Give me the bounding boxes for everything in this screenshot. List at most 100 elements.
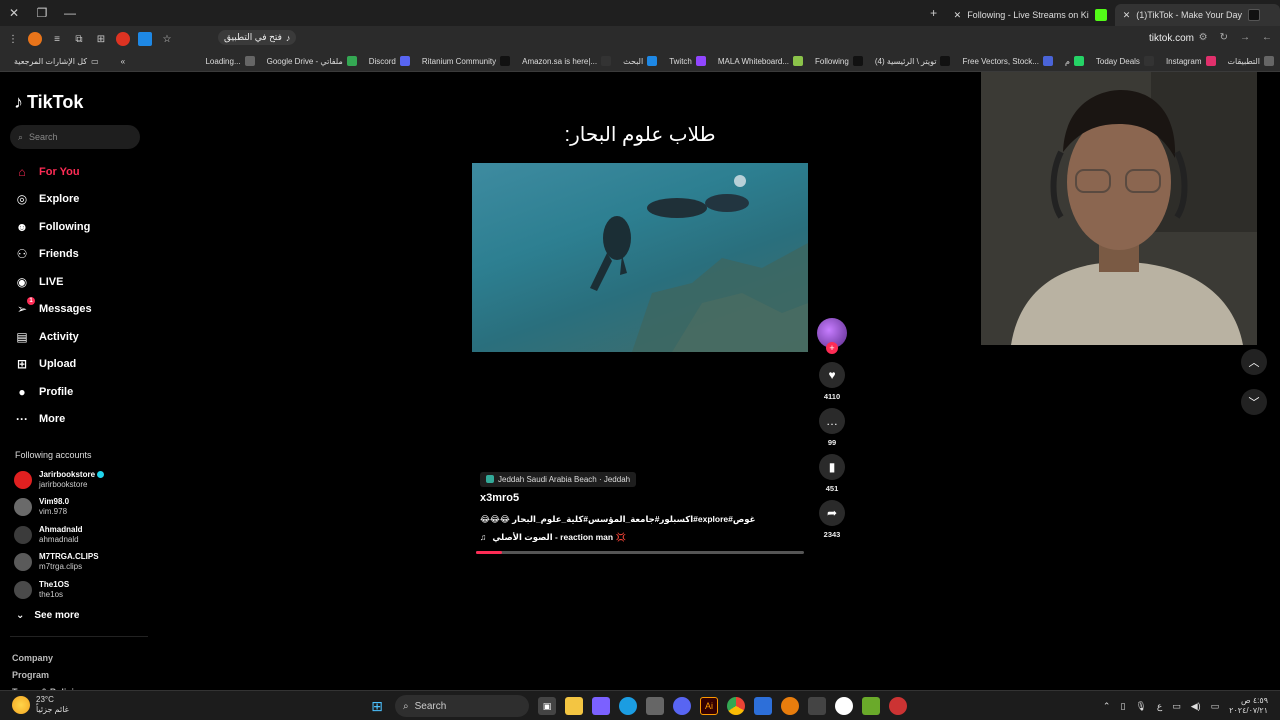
tab-kick-following[interactable]: ✕ Following - Live Streams on Ki (946, 4, 1115, 26)
following-account-item[interactable]: Vim98.0 vim.978 (14, 494, 104, 522)
bookmark-item[interactable]: البحث (617, 56, 663, 66)
bookmark-item[interactable]: Today Deals (1090, 56, 1160, 66)
extension-icon[interactable] (138, 32, 152, 46)
volume-icon[interactable]: ◀) (1191, 701, 1201, 712)
battery-icon[interactable]: ▭ (1211, 701, 1220, 712)
mail-icon[interactable] (754, 697, 772, 715)
bookmark-item[interactable]: MALA Whiteboard... (712, 56, 809, 66)
video-player[interactable] (472, 163, 808, 352)
edge-icon[interactable] (619, 697, 637, 715)
restore-window-icon[interactable]: ❐ (28, 6, 56, 20)
network-icon[interactable]: ▭ (1172, 701, 1181, 712)
share-icon[interactable]: ➦ (819, 500, 845, 526)
following-account-item[interactable]: The1OS the1os (14, 576, 104, 604)
sidebar-item-following[interactable]: ☻ Following (14, 213, 92, 241)
next-video-button[interactable]: ﹀ (1241, 389, 1267, 415)
location-tag[interactable]: Jeddah Saudi Arabia Beach · Jeddah (480, 471, 637, 487)
see-more-button[interactable]: ⌄ See more (16, 610, 79, 621)
sidebar-item-more[interactable]: ··· More (14, 406, 92, 434)
sidebar-item-explore[interactable]: ◎ Explore (14, 186, 92, 214)
language-indicator[interactable]: ع (1157, 701, 1162, 712)
copilot-icon[interactable] (592, 697, 610, 715)
bookmark-item[interactable]: Loading... (199, 56, 260, 66)
usb-icon[interactable]: ▯ (1120, 701, 1125, 712)
blender-icon[interactable] (781, 697, 799, 715)
footer-link-company[interactable]: Company (12, 650, 84, 667)
address-bar[interactable]: tiktok.com (1149, 33, 1194, 44)
close-tab-icon[interactable]: ✕ (954, 10, 962, 21)
sidebar-item-for-you[interactable]: ⌂ For You (14, 158, 92, 186)
discord-icon[interactable] (673, 697, 691, 715)
screenshot-icon[interactable]: ⧉ (72, 32, 86, 46)
obs-icon[interactable] (835, 697, 853, 715)
file-explorer-icon[interactable] (565, 697, 583, 715)
forward-icon[interactable]: → (1240, 32, 1250, 43)
bookmark-item[interactable]: Instagram (1160, 56, 1222, 66)
task-view-icon[interactable]: ▣ (538, 697, 556, 715)
share-action[interactable]: ➦ 2343 (817, 500, 847, 539)
close-window-icon[interactable]: ✕ (0, 6, 28, 20)
menu-dots-icon[interactable]: ⋮ (6, 32, 20, 46)
taskbar-search[interactable]: ⌕ Search (395, 695, 529, 717)
follow-plus-icon[interactable]: + (826, 342, 838, 354)
save-action[interactable]: ▮ 451 (817, 454, 847, 493)
following-account-item[interactable]: Ahmadnald ahmadnald (14, 521, 104, 549)
sidebar-item-live[interactable]: ◉ LIVE (14, 268, 92, 296)
heart-icon[interactable]: ♥ (819, 362, 845, 388)
bookmark-item[interactable]: Discord (363, 56, 416, 66)
bookmark-icon[interactable]: ▮ (819, 454, 845, 480)
video-progress-bar[interactable] (476, 551, 804, 554)
comment-action[interactable]: … 99 (817, 408, 847, 447)
extension-icon[interactable] (28, 32, 42, 46)
bookmark-item[interactable]: Following (809, 56, 869, 66)
tiktok-logo[interactable]: ♪ TikTok (14, 92, 83, 113)
sidebar-item-friends[interactable]: ⚇ Friends (14, 241, 92, 269)
bookmark-item[interactable]: Twitch (663, 56, 712, 66)
double-chevron-icon[interactable]: « (121, 57, 125, 66)
bookmark-item[interactable]: Free Vectors, Stock... (956, 56, 1058, 66)
previous-video-button[interactable]: ︿ (1241, 349, 1267, 375)
bookmark-item[interactable]: Amazon.sa is here|... (516, 56, 617, 66)
windows-start-icon[interactable]: ⊞ (368, 697, 386, 715)
puzzle-icon[interactable]: ⊞ (94, 32, 108, 46)
following-account-item[interactable]: M7TRGA.CLIPS m7trga.clips (14, 549, 104, 577)
footer-link-program[interactable]: Program (12, 667, 84, 684)
weather-widget[interactable]: 23°C غائم جزئياً (12, 695, 69, 715)
store-icon[interactable] (646, 697, 664, 715)
all-bookmarks-button[interactable]: كل الإشارات المرجعية ▭ « (8, 57, 131, 66)
following-account-item[interactable]: Jarirbookstore jarirbookstore (14, 466, 105, 494)
site-settings-icon[interactable]: ⚙ (1199, 32, 1208, 43)
calculator-icon[interactable] (808, 697, 826, 715)
tab-tiktok[interactable]: ✕ (1)TikTok - Make Your Day (1114, 4, 1280, 26)
bookmark-item[interactable]: Google Drive - ملفاتي (261, 56, 363, 66)
app-icon[interactable] (889, 697, 907, 715)
bookmark-star-icon[interactable]: ☆ (160, 32, 174, 46)
search-input[interactable]: ⌕ Search (10, 125, 140, 149)
music-info[interactable]: ♫ الصوت الأصلي - reaction man 💢 (480, 532, 626, 543)
extension-icon[interactable]: ≡ (50, 32, 64, 46)
sidebar-item-activity[interactable]: ▤ Activity (14, 323, 92, 351)
clock[interactable]: ٤:٥٩ ص ٢٠٢٤/٠٧/٢١ (1229, 696, 1268, 716)
tray-overflow-icon[interactable]: ⌃ (1103, 701, 1111, 712)
sidebar-item-profile[interactable]: ● Profile (14, 378, 92, 406)
chrome-icon[interactable] (727, 697, 745, 715)
back-icon[interactable]: ← (1262, 32, 1272, 43)
reload-icon[interactable]: ↻ (1220, 32, 1228, 43)
like-action[interactable]: ♥ 4110 (817, 362, 847, 401)
sidebar-item-upload[interactable]: ⊞ Upload (14, 351, 92, 379)
open-in-app-button[interactable]: فتح في التطبيق ♪ (218, 30, 297, 45)
minimize-window-icon[interactable]: — (56, 6, 84, 20)
bookmark-item[interactable]: التطبيقات (1222, 56, 1280, 66)
video-username[interactable]: x3mro5 (480, 492, 519, 504)
bookmark-item[interactable]: م (1059, 56, 1090, 66)
bookmark-item[interactable]: Ritanium Community (416, 56, 516, 66)
creator-avatar[interactable]: + (817, 318, 847, 354)
illustrator-icon[interactable]: Ai (700, 697, 718, 715)
minecraft-icon[interactable] (862, 697, 880, 715)
close-tab-icon[interactable]: ✕ (1123, 10, 1131, 21)
mic-icon[interactable]: 🎙 (1135, 701, 1146, 712)
sidebar-item-messages[interactable]: ➢ 1 Messages (14, 296, 92, 324)
bookmark-item[interactable]: (4) تويتر \ الرئيسية (869, 56, 957, 66)
extension-icon[interactable] (116, 32, 130, 46)
comment-icon[interactable]: … (819, 408, 845, 434)
